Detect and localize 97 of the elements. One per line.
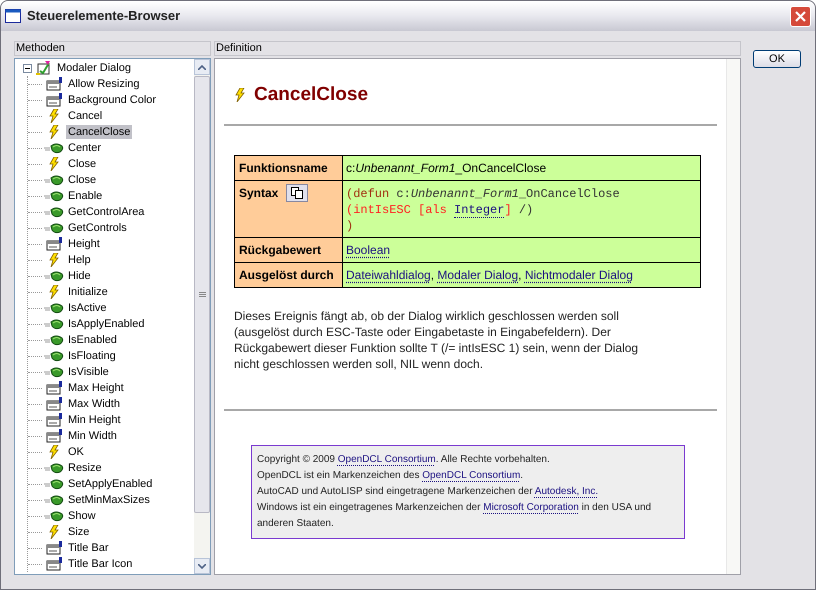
copyright-line: AutoCAD und AutoLISP sind eingetragene Markenzeichen der Autodesk, Inc.	[257, 484, 600, 498]
tree-item[interactable]: Modaler Dialog	[55, 60, 133, 76]
tree-item[interactable]: IsFloating	[66, 349, 118, 363]
grip-icon	[198, 292, 206, 298]
lightning-icon	[49, 445, 59, 459]
window-icon	[46, 429, 62, 443]
window-icon	[46, 381, 62, 395]
copyright-line: OpenDCL ist ein Markenzeichen des OpenDCL Consortium.	[257, 468, 524, 482]
tree-item[interactable]: CancelClose	[66, 125, 132, 139]
lightning-icon	[49, 109, 59, 123]
collapse-toggle[interactable]	[23, 64, 32, 72]
tree-item[interactable]: Min Height	[66, 413, 123, 427]
tree-item[interactable]: Resize	[66, 461, 104, 475]
window-icon	[46, 541, 62, 555]
scrollbar[interactable]	[194, 59, 210, 574]
pill-icon	[44, 174, 64, 186]
tree-item[interactable]: Center	[66, 141, 104, 155]
window-icon	[46, 237, 62, 251]
pill-icon	[44, 366, 64, 378]
link[interactable]: Nichtmodaler Dialog	[524, 268, 633, 282]
pill-icon	[44, 222, 64, 234]
tree-item[interactable]: Hide	[66, 269, 93, 283]
link[interactable]: Microsoft Corporation	[483, 502, 579, 512]
pill-icon	[44, 190, 64, 202]
tree-item[interactable]: Enable	[66, 189, 104, 203]
pill-icon	[44, 334, 64, 346]
row-label: Ausgelöst durch	[239, 266, 334, 284]
tree-item[interactable]: IsApplyEnabled	[66, 317, 146, 331]
close-icon	[795, 10, 806, 22]
tree-item[interactable]: Show	[66, 509, 98, 523]
copyright-line: Copyright © 2009 OpenDCL Consortium. Alle Rechte vorbehalten.	[257, 452, 551, 466]
pill-icon	[44, 270, 64, 282]
pill-icon	[44, 318, 64, 330]
tree-item[interactable]: IsEnabled	[66, 333, 119, 347]
lightning-icon	[49, 525, 59, 539]
pill-icon	[44, 206, 64, 218]
description: Dieses Ereignis fängt ab, ob der Dialog wirklich geschlossen werden soll (ausgelöst durch ESC-Taste oder Eingabetaste in Eingabefeldern). Der Rückgabewert dieser Funktion sollte T (/= intIsESC 1) sein, wenn der Dialog nicht geschlossen werden soll, NIL wenn doch.	[234, 308, 640, 372]
window-icon	[46, 413, 62, 427]
code-text: (defun c:Unbenannt_Form1_OnCancelClose (intIsESC [als Integer] /) )	[346, 186, 621, 234]
tree-item[interactable]: Help	[66, 253, 93, 267]
pill-icon	[44, 462, 64, 474]
window-title: Steuerelemente-Browser	[27, 7, 180, 26]
pill-icon	[44, 510, 64, 522]
lightning-icon	[49, 125, 59, 139]
tree-item[interactable]: Min Width	[66, 429, 119, 443]
lightning-icon	[235, 88, 245, 102]
pill-icon	[44, 302, 64, 314]
tree-item[interactable]: Allow Resizing	[66, 77, 142, 91]
tree-item[interactable]: GetControlArea	[66, 205, 146, 219]
tree-item[interactable]: IsActive	[66, 301, 109, 315]
link[interactable]: OpenDCL Consortium	[338, 454, 436, 464]
tree-item[interactable]: GetControls	[66, 221, 129, 235]
pill-icon	[44, 494, 64, 506]
page-heading: CancelClose	[254, 83, 368, 107]
row-label: Funktionsname	[239, 160, 328, 176]
tree-item[interactable]: Title Bar	[66, 541, 111, 555]
copy-button[interactable]	[286, 184, 308, 202]
tree-item[interactable]: SetMinMaxSizes	[66, 493, 152, 507]
tree-item[interactable]: Size	[66, 525, 92, 539]
tree-item[interactable]: Close	[66, 157, 98, 171]
ok-button[interactable]: OK	[753, 50, 801, 68]
tree-item[interactable]: Close	[66, 173, 98, 187]
link[interactable]: Boolean	[346, 242, 390, 256]
tree-item[interactable]: Cancel	[66, 109, 104, 123]
tree-item[interactable]: Initialize	[66, 285, 110, 299]
window-icon	[46, 93, 62, 107]
tree-item[interactable]: Max Width	[66, 397, 122, 411]
pill-icon	[44, 350, 64, 362]
panel-header: Methoden	[14, 41, 211, 56]
panel-header: Definition	[214, 41, 741, 56]
tree-item[interactable]: Title Bar Icon	[66, 557, 134, 571]
copy-icon	[291, 186, 304, 198]
lightning-icon	[49, 157, 59, 171]
cell-value: c:Unbenannt_Form1_OnCancelClose	[346, 160, 546, 174]
row-label: Syntax	[239, 184, 278, 202]
lightning-icon	[49, 285, 59, 299]
tree-item[interactable]: Height	[66, 237, 102, 251]
window-icon	[46, 77, 62, 91]
window-icon	[46, 397, 62, 411]
tree-item[interactable]: IsVisible	[66, 365, 111, 379]
row-label: Rückgabewert	[239, 242, 322, 258]
link[interactable]: Integer	[454, 202, 504, 218]
tree-item[interactable]: Max Height	[66, 381, 126, 395]
copyright-line: Windows ist ein eingetragenes Markenzeichen der Microsoft Corporation in den USA und anderen Staaten.	[257, 500, 652, 530]
pill-icon	[44, 478, 64, 490]
pill-icon	[44, 142, 64, 154]
window-icon	[46, 557, 62, 571]
link[interactable]: OpenDCL Consortium	[422, 470, 520, 480]
tree-item[interactable]: Background Color	[66, 93, 158, 107]
lightning-icon	[49, 253, 59, 267]
link[interactable]: Modaler Dialog,	[437, 268, 522, 282]
link[interactable]: Autodesk, Inc.	[534, 486, 598, 496]
close-button[interactable]	[790, 6, 811, 26]
tree-item[interactable]: SetApplyEnabled	[66, 477, 154, 491]
link[interactable]: Dateiwahldialog,	[346, 268, 434, 282]
tree-item[interactable]: OK	[66, 445, 86, 459]
window-icon	[5, 9, 21, 23]
